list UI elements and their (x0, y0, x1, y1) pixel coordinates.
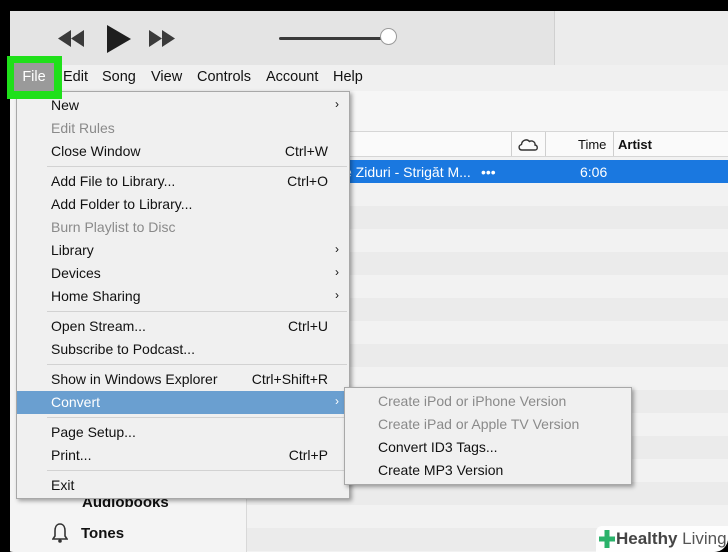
menu-item-add-file[interactable]: Add File to Library... Ctrl+O (17, 170, 349, 193)
more-icon[interactable]: ••• (481, 164, 496, 180)
menu-item-home-sharing[interactable]: Home Sharing › (17, 285, 349, 308)
menu-item-close-window[interactable]: Close Window Ctrl+W (17, 140, 349, 163)
chevron-right-icon: › (335, 242, 339, 256)
menu-item-create-ipad-version: Create iPad or Apple TV Version (378, 416, 580, 432)
menu-item-library[interactable]: Library › (17, 239, 349, 262)
volume-slider[interactable] (279, 37, 389, 40)
menu-separator (47, 417, 347, 418)
volume-knob[interactable] (380, 28, 397, 45)
menu-separator (47, 470, 347, 471)
chevron-right-icon: › (335, 394, 339, 408)
menu-bar: Edit Song View Controls Account Help (10, 65, 728, 91)
menu-song[interactable]: Song (102, 69, 136, 85)
song-time: 6:06 (580, 164, 608, 180)
menu-item-print[interactable]: Print... Ctrl+P (17, 444, 349, 467)
watermark-brand-2: Living (682, 529, 727, 548)
fast-forward-icon[interactable] (149, 30, 175, 47)
table-row (247, 505, 728, 528)
menu-item-exit[interactable]: Exit (17, 474, 349, 497)
watermark-brand: Healthy (616, 529, 678, 548)
window-frame: Edit Song View Controls Account Help Aud… (0, 0, 728, 552)
player-bar (10, 11, 728, 65)
menu-item-edit-rules: Edit Rules (51, 120, 115, 136)
menu-item-convert-id3-tags[interactable]: Convert ID3 Tags... (345, 436, 631, 459)
sidebar-item-tones[interactable]: Tones (81, 525, 124, 542)
bell-icon (52, 523, 68, 543)
status-display (554, 11, 728, 65)
menu-item-create-mp3-version[interactable]: Create MP3 Version (345, 459, 631, 482)
menu-edit[interactable]: Edit (63, 69, 88, 85)
menu-item-new[interactable]: New › (17, 94, 349, 117)
menu-item-open-stream[interactable]: Open Stream... Ctrl+U (17, 315, 349, 338)
menu-view[interactable]: View (151, 69, 182, 85)
file-menu: New › Edit Rules Close Window Ctrl+W Add F… (16, 91, 350, 499)
chevron-right-icon: › (335, 265, 339, 279)
menu-item-burn-playlist: Burn Playlist to Disc (51, 219, 176, 235)
cloud-icon[interactable] (517, 137, 539, 151)
plus-logo-icon (599, 530, 615, 548)
menu-item-devices[interactable]: Devices › (17, 262, 349, 285)
chevron-right-icon: › (335, 288, 339, 302)
file-menu-highlight: File (7, 56, 62, 99)
rewind-icon[interactable] (58, 30, 84, 47)
menu-item-create-ipod-version: Create iPod or iPhone Version (378, 393, 567, 409)
column-artist[interactable]: Artist (618, 137, 652, 152)
menu-item-convert[interactable]: Convert › (17, 391, 349, 414)
play-icon[interactable] (107, 25, 131, 53)
menu-help[interactable]: Help (333, 69, 363, 85)
menu-separator (47, 311, 347, 312)
menu-item-show-in-explorer[interactable]: Show in Windows Explorer Ctrl+Shift+R (17, 368, 349, 391)
watermark: Healthy Living (596, 526, 728, 552)
chevron-right-icon: › (335, 97, 339, 111)
menu-item-add-folder[interactable]: Add Folder to Library... (17, 193, 349, 216)
itunes-window: Edit Song View Controls Account Help Aud… (10, 11, 728, 552)
menu-item-page-setup[interactable]: Page Setup... (17, 421, 349, 444)
menu-file[interactable]: File (14, 63, 54, 91)
menu-separator (47, 364, 347, 365)
column-time[interactable]: Time (578, 137, 606, 152)
convert-submenu: Create iPod or iPhone Version Create iPa… (344, 387, 632, 485)
menu-separator (47, 166, 347, 167)
menu-item-subscribe-podcast[interactable]: Subscribe to Podcast... (17, 338, 349, 361)
menu-controls[interactable]: Controls (197, 69, 251, 85)
song-title: e Ziduri - Strigăt M... (344, 164, 471, 180)
menu-account[interactable]: Account (266, 69, 318, 85)
